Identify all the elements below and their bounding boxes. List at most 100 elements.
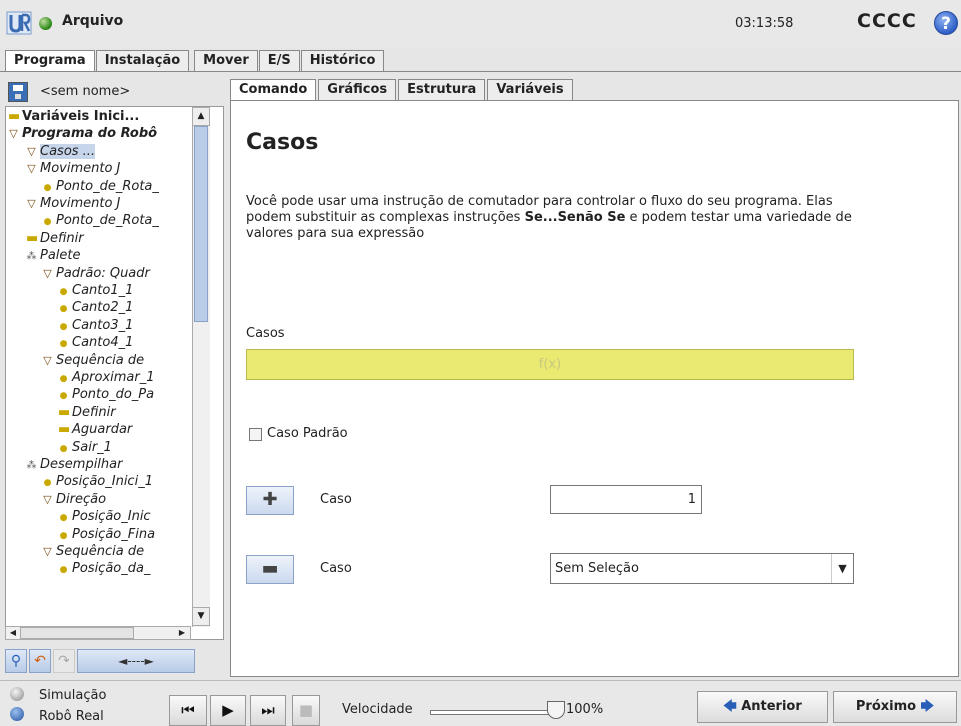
variables-bar-icon: ▬ (8, 109, 21, 124)
undo-icon[interactable]: ↶ (29, 649, 51, 673)
tab-comando[interactable]: Comando (230, 79, 317, 101)
tree-item[interactable]: ▽ Movimento J (26, 160, 120, 177)
tree-item[interactable]: ▽ Programa do Robô (8, 125, 157, 142)
tree-item[interactable]: ● Posição_Inic (58, 508, 151, 527)
tree-item-label: Sequência de (56, 544, 145, 559)
tree-item[interactable]: ⁂ Palete (26, 247, 81, 265)
pallet-icon: ⁂ (26, 251, 37, 263)
speed-value: 100% (566, 702, 604, 717)
tree-item[interactable]: ● Canto2_1 (58, 299, 134, 318)
tree-item[interactable]: ● Ponto_de_Rota_ (42, 212, 159, 231)
tree-item-label: Posição_Inici_1 (56, 474, 153, 490)
tree-item[interactable]: ● Canto3_1 (58, 317, 134, 336)
tree-item[interactable]: ▽ Casos ... (26, 143, 96, 160)
page-title: Casos (246, 130, 319, 155)
tab-graficos[interactable]: Gráficos (318, 79, 397, 101)
tree-item[interactable]: ▽ Direção (42, 491, 106, 508)
tree-item[interactable]: ▽ Sequência de (42, 543, 144, 560)
tree-item[interactable]: ● Ponto_de_Rota_ (42, 178, 159, 197)
tree-item[interactable]: ▬ Definir (26, 230, 84, 247)
save-icon[interactable] (8, 82, 28, 102)
tree-item-label: Canto3_1 (72, 317, 134, 333)
chevron-down-icon[interactable]: ▼ (831, 554, 853, 583)
tree-item-label: Canto4_1 (72, 335, 134, 351)
triangle-icon: ▽ (43, 266, 52, 280)
tree-item-label: Casos ... (40, 143, 96, 159)
scroll-right-icon[interactable]: ▶ (175, 627, 189, 639)
add-case-label: Caso (320, 492, 352, 507)
tree-item[interactable]: ● Sair_1 (58, 439, 112, 458)
scroll-thumb[interactable] (194, 126, 208, 322)
tree-item[interactable]: ● Aproximar_1 (58, 369, 155, 388)
arrow-right-icon: 🡆 (920, 699, 935, 714)
bar-icon: ▬ (26, 230, 39, 246)
tree-item[interactable]: ▽ Padrão: Quadr (42, 265, 150, 282)
tree-item[interactable]: ● Canto4_1 (58, 334, 134, 353)
simulation-radio[interactable] (10, 687, 24, 701)
expression-label: Casos (246, 326, 285, 341)
speed-slider[interactable] (430, 710, 560, 715)
tab-estrutura[interactable]: Estrutura (398, 79, 486, 101)
tab-es[interactable]: E/S (258, 50, 300, 72)
tree-item-label: Movimento J (40, 161, 121, 177)
default-case-checkbox[interactable] (249, 428, 262, 441)
previous-button[interactable]: 🡄 Anterior (697, 691, 828, 723)
redo-icon[interactable]: ↷ (53, 649, 75, 673)
tab-instalacao[interactable]: Instalação (95, 50, 190, 72)
case-value-input[interactable]: 1 (550, 485, 702, 514)
file-menu[interactable]: Arquivo (62, 13, 123, 29)
tab-historico[interactable]: Histórico (300, 50, 385, 72)
case-select[interactable]: Sem Seleção (550, 553, 854, 584)
step-icon[interactable]: ⏭ (250, 695, 286, 726)
tree-item[interactable]: ● Ponto_do_Pa (58, 386, 155, 405)
tree-item[interactable]: ● Posição_Inici_1 (42, 473, 153, 492)
tree-item[interactable]: ▽ Sequência de (42, 352, 144, 369)
help-icon[interactable]: ? (934, 11, 958, 35)
sub-tabs: Comando Gráficos Estrutura Variáveis (230, 79, 575, 101)
tree-item-label: Canto1_1 (72, 283, 134, 298)
simulation-label: Simulação (39, 688, 107, 703)
tree-item[interactable]: ⁂ Desempilhar (26, 456, 123, 474)
minus-icon: ▬ (261, 558, 279, 579)
tree-item[interactable]: ▬ Variáveis Inici... (8, 108, 139, 125)
add-case-button[interactable]: ✚ (246, 486, 294, 515)
robot-name: CCCC (857, 10, 917, 32)
speed-slider-handle[interactable] (547, 701, 565, 719)
triangle-icon: ▽ (43, 353, 52, 367)
scroll-up-icon[interactable]: ▲ (192, 107, 210, 126)
tree-item[interactable]: ● Canto1_1 (58, 282, 134, 301)
triangle-icon: ▽ (27, 162, 36, 176)
horizontal-scroll-thumb[interactable] (20, 627, 134, 639)
tree-item-label: Posição_Fina (72, 526, 156, 542)
move-arrow-button[interactable]: ◄----► (77, 649, 195, 673)
tab-variaveis[interactable]: Variáveis (487, 79, 573, 101)
play-icon[interactable]: ▶ (210, 695, 246, 726)
real-robot-radio[interactable] (10, 707, 24, 721)
waypoint-icon: ● (59, 565, 68, 576)
bar-icon: ▬ (58, 422, 71, 438)
stop-icon[interactable]: ■ (292, 695, 320, 726)
expression-field[interactable]: f(x) (246, 349, 854, 380)
previous-label: Anterior (741, 699, 802, 714)
scroll-left-icon[interactable]: ◀ (6, 627, 20, 639)
scroll-down-icon[interactable]: ▼ (192, 607, 210, 626)
next-button[interactable]: Próximo 🡆 (833, 691, 957, 723)
tree-item[interactable]: ● Posição_Fina (58, 526, 155, 545)
tab-programa[interactable]: Programa (5, 50, 95, 72)
tree-item-label: Desempilhar (40, 457, 123, 472)
tree-item-label: Definir (72, 404, 116, 420)
tree-item[interactable]: ▬ Definir (58, 404, 116, 421)
tab-mover[interactable]: Mover (194, 50, 258, 72)
tree-item[interactable]: ▽ Movimento J (26, 195, 120, 212)
tree-item-label: Variáveis Inici... (22, 109, 140, 124)
tree-item[interactable]: ▬ Aguardar (58, 421, 132, 438)
remove-case-button[interactable]: ▬ (246, 555, 294, 584)
search-icon[interactable]: ⚲ (5, 649, 27, 673)
triangle-icon: ▽ (43, 492, 52, 506)
bar-icon: ▬ (58, 404, 71, 420)
remove-case-label: Caso (320, 561, 352, 576)
tree-item-label: Definir (40, 230, 84, 246)
skip-back-icon[interactable]: ⏮ (169, 695, 207, 726)
tree-item[interactable]: ● Posição_da_ (58, 560, 151, 579)
next-label: Próximo (855, 699, 917, 714)
